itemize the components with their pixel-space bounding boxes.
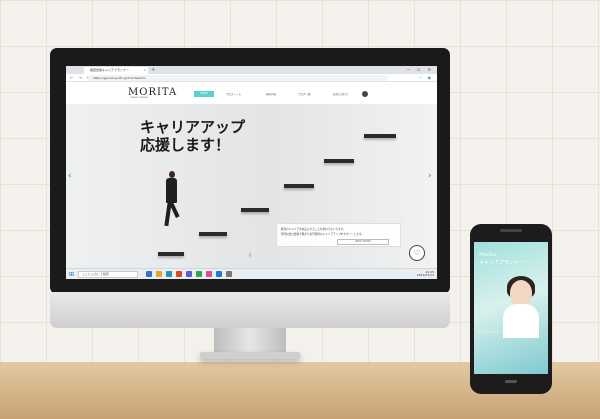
phone-home-indicator	[505, 380, 517, 383]
monitor-foot	[200, 352, 300, 359]
url-field[interactable]: https://gp.hokuyodo.jp/moritashiho	[88, 75, 388, 81]
hero-title-line1: キャリアアップ	[140, 118, 246, 136]
taskbar-app-icon[interactable]	[186, 271, 192, 277]
stair-step	[241, 208, 269, 212]
extension-icons[interactable]: ☆ ◉	[419, 75, 433, 80]
logo-subtitle: CAREER PLANNER	[130, 97, 149, 99]
site-header: MORITA CAREER PLANNER HOME プロフィール 研修内容 ブ…	[66, 82, 437, 104]
stair-step	[364, 134, 396, 138]
hero-section: キャリアアップ 応援します！ ‹ › ⇩ 経営のキャリアを充実させることを重ねて…	[66, 104, 437, 279]
tray-date: 2021/07/14	[416, 273, 434, 278]
taskbar-app-icon[interactable]	[156, 271, 162, 277]
taskbar-app-icon[interactable]	[146, 271, 152, 277]
window-controls[interactable]: ─ ☐ ✕	[407, 67, 434, 72]
windows-start-icon[interactable]: ⊞	[69, 271, 74, 278]
chevron-right-icon[interactable]: ›	[428, 171, 432, 181]
scroll-down-icon[interactable]: ⇩	[248, 252, 253, 259]
stair-step	[324, 159, 354, 163]
info-text: 経営のキャリアを充実させることを重ねてまいります。	[281, 228, 346, 231]
hero-title: キャリアアップ 応援します！	[140, 118, 245, 154]
person-figure	[169, 171, 175, 178]
chevron-left-icon[interactable]: ‹	[476, 314, 478, 321]
taskbar-app-icon[interactable]	[216, 271, 222, 277]
nav-item-home[interactable]: HOME	[194, 91, 214, 97]
chevron-left-icon[interactable]: ‹	[68, 171, 72, 181]
monitor-chin	[50, 292, 450, 328]
browser-tab-bar: 森田志保キャリアプランナー × + ─ ☐ ✕	[66, 66, 437, 74]
phone-caption: キャリアプランナー 森田志保	[478, 331, 513, 334]
phone-site-subtitle: キャリアプランナー	[479, 260, 525, 266]
close-icon[interactable]: ×	[143, 67, 146, 74]
monitor-stand	[214, 328, 286, 354]
stair-step	[199, 232, 227, 236]
taskbar-app-icon[interactable]	[206, 271, 212, 277]
nav-item-profile[interactable]: プロフィール	[226, 92, 241, 96]
taskbar-app-icon[interactable]	[166, 271, 172, 277]
stair-step	[284, 184, 314, 188]
nav-item-blog[interactable]: ブログ一覧	[298, 92, 311, 96]
portrait-photo	[510, 280, 532, 306]
taskbar-app-icon[interactable]	[196, 271, 202, 277]
phone-speaker	[500, 229, 522, 232]
taskbar: ⊞ ここに入力して検索 12:25 2021/07/14	[66, 268, 437, 279]
system-tray-clock[interactable]: 12:25 2021/07/14	[416, 270, 434, 278]
taskbar-search-input[interactable]: ここに入力して検索	[78, 271, 138, 278]
phone-site-title: Morita	[479, 252, 497, 258]
new-tab-button[interactable]: +	[151, 67, 155, 73]
address-bar: ← → ⟳ https://gp.hokuyodo.jp/moritashiho…	[66, 74, 437, 82]
taskbar-app-icon[interactable]	[176, 271, 182, 277]
nav-item-contact[interactable]: お問い合わせ	[333, 92, 348, 96]
hero-title-line2: 応援します！	[140, 136, 231, 154]
stair-step	[158, 252, 184, 256]
read-more-button[interactable]: READ MORE	[337, 239, 389, 245]
browser-tab[interactable]: 森田志保キャリアプランナー ×	[84, 67, 148, 74]
hero-info-box: 経営のキャリアを充実させることを重ねてまいります。 現代社会の要求で繋がり専門研…	[276, 223, 401, 247]
nav-item-training[interactable]: 研修内容	[266, 92, 276, 96]
taskbar-app-icon[interactable]	[226, 271, 232, 277]
monitor-screen: 森田志保キャリアプランナー × + ─ ☐ ✕ ← → ⟳ https://gp…	[66, 66, 437, 279]
phone-screen: Morita キャリアプランナー キャリアプランナー 森田志保 ‹	[474, 242, 548, 374]
social-icon[interactable]	[362, 91, 368, 97]
heart-icon[interactable]: ♡	[409, 245, 425, 261]
tab-title: 森田志保キャリアプランナー	[90, 68, 130, 72]
info-text: 現代社会の要求で繋がり専門研修のキャリアアップをサポートします。	[281, 233, 364, 236]
